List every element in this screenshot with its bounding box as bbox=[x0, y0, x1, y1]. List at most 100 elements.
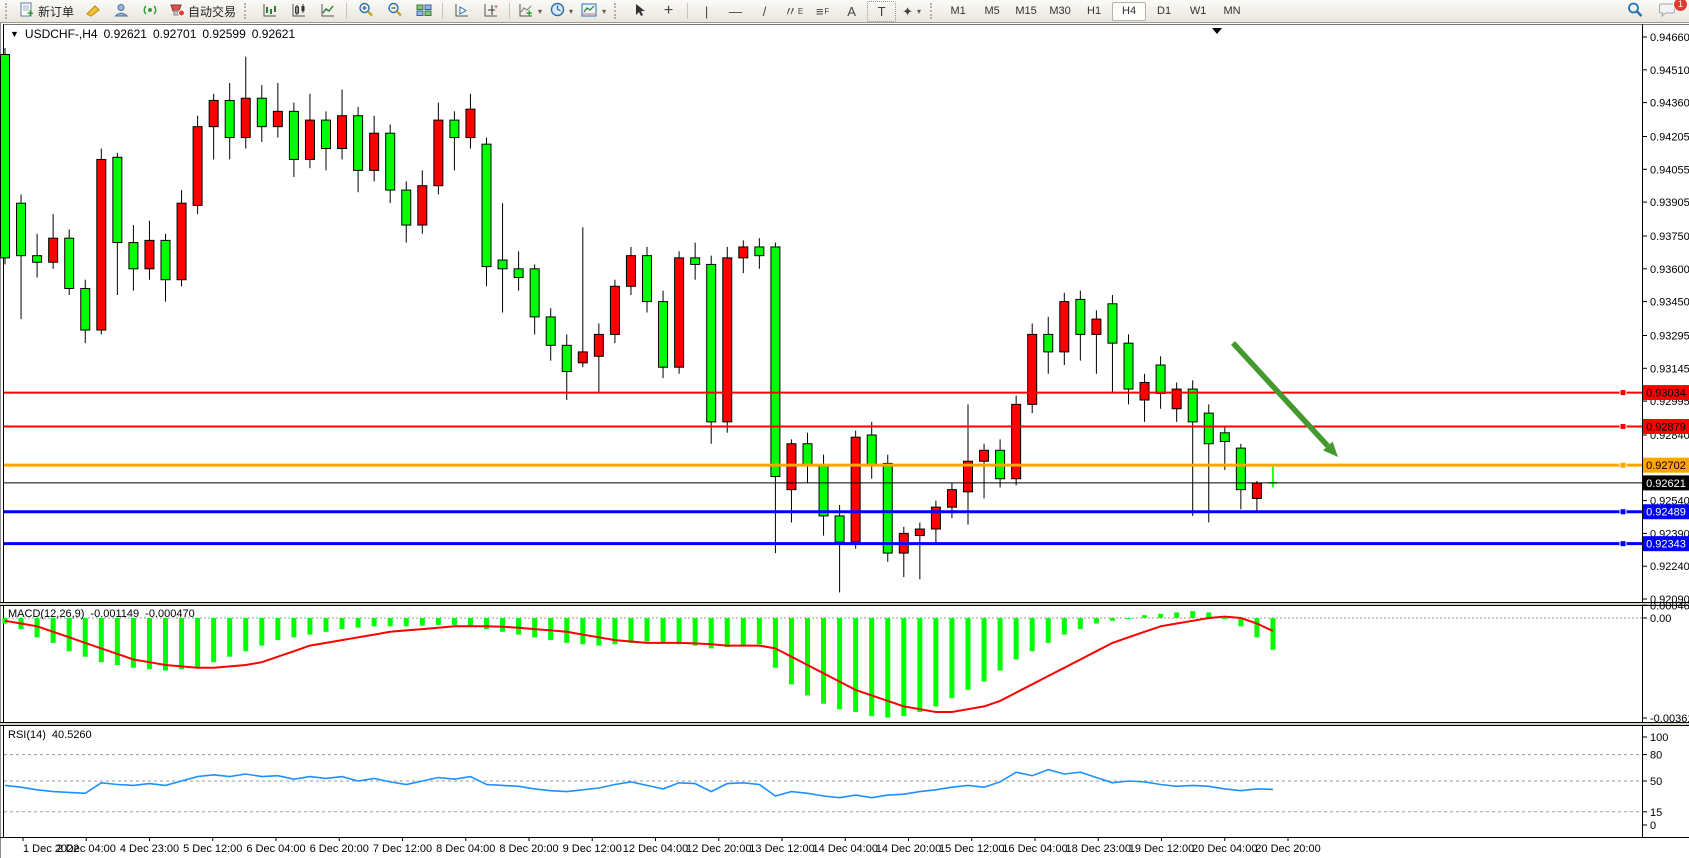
macd-axis-label: 0.000461 bbox=[1650, 600, 1689, 612]
tile-windows-button[interactable] bbox=[410, 2, 437, 21]
tab-timeframe-m1[interactable]: M1 bbox=[942, 2, 974, 20]
current-price-badge: 0.92621 bbox=[1643, 475, 1689, 490]
crayon-button[interactable] bbox=[79, 2, 106, 21]
time-axis-label: 19 Dec 12:00 bbox=[1129, 843, 1194, 855]
notifications-button[interactable]: 1 bbox=[1654, 2, 1681, 21]
candlestick-icon bbox=[291, 3, 307, 20]
macd-signal-value: -0.000470 bbox=[145, 608, 195, 620]
tab-timeframe-h4[interactable]: H4 bbox=[1112, 2, 1146, 21]
time-axis-label: 8 Dec 20:00 bbox=[499, 843, 558, 855]
support-person-button[interactable] bbox=[108, 2, 135, 21]
chart-window: 0.946600.945100.943600.942050.940550.939… bbox=[0, 23, 1689, 858]
time-axis-label: 9 Dec 12:00 bbox=[563, 843, 622, 855]
fibonacci-tool-button[interactable]: ≡ F bbox=[809, 2, 836, 21]
toolbar-grip[interactable] bbox=[5, 3, 12, 19]
svg-text:+: + bbox=[27, 8, 33, 17]
time-axis-label: 18 Dec 23:00 bbox=[1066, 843, 1131, 855]
toolbar-grip[interactable] bbox=[930, 3, 937, 19]
trendline-tool-button[interactable]: / bbox=[751, 2, 778, 21]
line-handle[interactable] bbox=[1620, 541, 1626, 547]
price-axis-label: 0.93450 bbox=[1650, 297, 1689, 309]
horizontal-line-tool-button[interactable]: — bbox=[722, 2, 749, 21]
arrows-icon: ✦ bbox=[902, 5, 913, 18]
add-indicator-icon: + bbox=[518, 3, 534, 20]
close-value: 0.92621 bbox=[252, 27, 295, 41]
period-button[interactable]: ▾ bbox=[547, 2, 576, 21]
price-axis-label: 0.93295 bbox=[1650, 330, 1689, 342]
zoom-out-button[interactable] bbox=[381, 2, 408, 21]
svg-text:0.92702: 0.92702 bbox=[1646, 460, 1686, 472]
unread-count-badge: 1 bbox=[1673, 0, 1688, 12]
svg-text:0.92343: 0.92343 bbox=[1646, 539, 1686, 551]
template-icon bbox=[581, 3, 598, 20]
macd-indicator-label: MACD(12,26,9) -0.001149 -0.000470 bbox=[8, 608, 195, 620]
tab-timeframe-h1[interactable]: H1 bbox=[1078, 2, 1110, 20]
svg-text:0.92621: 0.92621 bbox=[1646, 478, 1686, 490]
auto-trading-button[interactable]: 自动交易 bbox=[166, 2, 239, 21]
text-tool-button[interactable]: A bbox=[838, 2, 865, 21]
tab-timeframe-d1[interactable]: D1 bbox=[1148, 2, 1180, 20]
time-axis-label: 4 Dec 23:00 bbox=[120, 843, 179, 855]
main-toolbar: + 新订单 自动交易 bbox=[0, 0, 1689, 23]
auto-trading-icon bbox=[169, 2, 185, 20]
svg-text:+: + bbox=[494, 4, 498, 11]
new-order-button[interactable]: + 新订单 bbox=[17, 2, 77, 21]
tab-timeframe-m5[interactable]: M5 bbox=[976, 2, 1008, 20]
price-badge: 0.92343 bbox=[1643, 536, 1689, 551]
price-badge: 0.93034 bbox=[1643, 385, 1689, 400]
macd-name: MACD(12,26,9) bbox=[8, 608, 84, 620]
tab-timeframe-w1[interactable]: W1 bbox=[1182, 2, 1214, 20]
chart-canvas[interactable]: 0.946600.945100.943600.942050.940550.939… bbox=[0, 23, 1689, 858]
chevron-down-icon: ▾ bbox=[602, 7, 606, 16]
time-axis-label: 2 Dec 04:00 bbox=[57, 843, 116, 855]
zoom-in-icon bbox=[358, 2, 374, 20]
cursor-tool-button[interactable] bbox=[626, 2, 653, 21]
line-handle[interactable] bbox=[1620, 423, 1626, 429]
svg-text:+: + bbox=[526, 8, 532, 17]
time-axis-label: 5 Dec 12:00 bbox=[183, 843, 242, 855]
vertical-line-tool-button[interactable]: | bbox=[693, 2, 720, 21]
signals-button[interactable] bbox=[137, 2, 164, 21]
price-axis-label: 0.94660 bbox=[1650, 32, 1689, 44]
signal-icon bbox=[143, 3, 158, 20]
tab-timeframe-m30[interactable]: M30 bbox=[1044, 2, 1076, 20]
price-axis-label: 0.93905 bbox=[1650, 197, 1689, 209]
crosshair-tool-button[interactable]: + bbox=[655, 2, 682, 21]
search-button[interactable] bbox=[1621, 2, 1648, 21]
rsi-value: 40.5260 bbox=[52, 729, 92, 741]
arrows-tool-button[interactable]: ✦ ▾ bbox=[898, 2, 925, 21]
time-axis-label: 13 Dec 12:00 bbox=[749, 843, 814, 855]
open-value: 0.92621 bbox=[104, 27, 147, 41]
line-handle[interactable] bbox=[1620, 462, 1626, 468]
tab-timeframe-mn[interactable]: MN bbox=[1216, 2, 1248, 20]
zoom-in-button[interactable] bbox=[352, 2, 379, 21]
text-label-tool-button[interactable]: T bbox=[867, 1, 896, 22]
time-axis-label: 20 Dec 20:00 bbox=[1255, 843, 1320, 855]
bar-chart-mode-button[interactable] bbox=[256, 2, 283, 21]
time-axis-label: 14 Dec 04:00 bbox=[813, 843, 878, 855]
toolbar-grip[interactable] bbox=[244, 3, 251, 19]
chart-shift-button[interactable]: + bbox=[477, 2, 504, 21]
channel-tool-button[interactable]: 〃 E bbox=[780, 2, 807, 21]
collapse-ohlc-icon[interactable]: ▼ bbox=[10, 29, 19, 39]
price-axis-label: 0.94205 bbox=[1650, 131, 1689, 143]
time-axis-label: 16 Dec 04:00 bbox=[1002, 843, 1067, 855]
time-axis-label: 20 Dec 04:00 bbox=[1192, 843, 1257, 855]
template-button[interactable]: ▾ bbox=[578, 2, 609, 21]
tab-timeframe-m15[interactable]: M15 bbox=[1010, 2, 1042, 20]
line-handle[interactable] bbox=[1620, 390, 1626, 396]
candlestick-mode-button[interactable] bbox=[285, 2, 312, 21]
time-axis-label: 8 Dec 04:00 bbox=[436, 843, 495, 855]
time-axis-label: 12 Dec 04:00 bbox=[623, 843, 688, 855]
add-indicator-button[interactable]: + ▾ bbox=[515, 2, 545, 21]
crayon-icon bbox=[85, 3, 101, 20]
line-chart-mode-button[interactable] bbox=[314, 2, 341, 21]
clock-icon bbox=[550, 2, 565, 20]
toolbar-grip[interactable] bbox=[614, 3, 621, 19]
price-axis-label: 0.94360 bbox=[1650, 98, 1689, 110]
auto-scroll-button[interactable] bbox=[448, 2, 475, 21]
auto-trading-label: 自动交易 bbox=[188, 3, 236, 20]
line-handle[interactable] bbox=[1620, 509, 1626, 515]
price-axis-label: 0.94055 bbox=[1650, 164, 1689, 176]
time-axis-label: 6 Dec 20:00 bbox=[310, 843, 369, 855]
